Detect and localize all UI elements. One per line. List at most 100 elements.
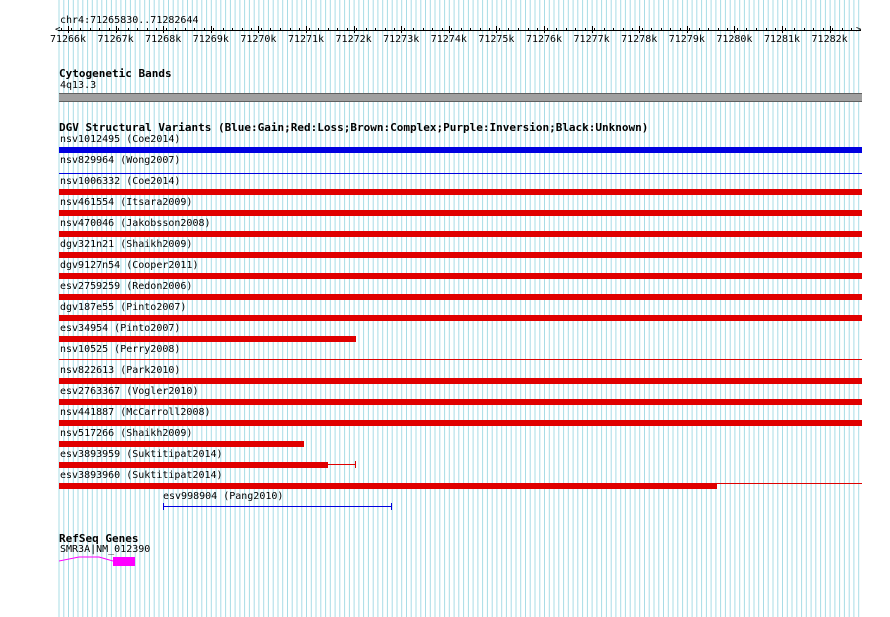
ruler-minor-tick <box>327 28 329 31</box>
ruler-major-tick <box>639 26 641 33</box>
ruler-minor-tick <box>708 28 710 31</box>
ruler-minor-tick <box>127 28 129 31</box>
ruler-minor-tick <box>118 28 120 31</box>
ruler-tick-label: 71271k <box>287 34 325 45</box>
dgv-variant-label: dgv187e55 (Pinto2007) <box>60 302 187 313</box>
dgv-variant-label: nsv461554 (Itsara2009) <box>60 197 193 208</box>
ruler-minor-tick <box>403 28 405 31</box>
dgv-variant-line[interactable] <box>328 464 356 465</box>
ruler-minor-tick <box>70 28 72 31</box>
dgv-variant-bar[interactable] <box>59 189 862 195</box>
dgv-variant-endcap <box>391 503 392 510</box>
dgv-variant-label: nsv829964 (Wong2007) <box>60 155 181 166</box>
ruler-major-tick <box>448 26 450 33</box>
dgv-variant-bar[interactable] <box>59 147 862 153</box>
gene-exon <box>113 557 135 566</box>
ruler-minor-tick <box>622 28 624 31</box>
ruler-tick-label: 71275k <box>478 34 515 45</box>
ruler-minor-tick <box>251 28 253 31</box>
ruler-major-tick <box>782 26 783 33</box>
ruler-minor-tick <box>794 28 795 31</box>
ruler-minor-tick <box>451 28 453 31</box>
ruler-minor-tick <box>156 28 158 31</box>
ruler-minor-tick <box>775 28 776 31</box>
ruler-minor-tick <box>337 28 339 31</box>
ruler-tick-label: 71279k <box>668 34 705 45</box>
dgv-variant-bar[interactable] <box>59 378 862 384</box>
ruler-minor-tick <box>413 28 415 31</box>
ruler-minor-tick <box>689 28 691 31</box>
ruler-minor-tick <box>213 28 215 31</box>
ruler-minor-tick <box>613 28 615 31</box>
ruler-tick-label: 71277k <box>573 34 610 45</box>
dgv-variant-label: esv3893959 (Suktitipat2014) <box>60 449 223 460</box>
cytoband-label: 4q13.3 <box>60 80 97 91</box>
ruler-minor-tick <box>61 28 62 31</box>
ruler-major-tick <box>496 26 498 33</box>
ruler-minor-tick <box>375 28 377 31</box>
ruler-minor-tick <box>260 28 262 31</box>
genome-browser-view: chr4:71265830..71282644 < >71266k 71267k 71… <box>0 0 890 617</box>
dgv-track-title[interactable]: DGV Structural Variants (Blue:Gain;Red:L… <box>59 121 648 134</box>
refseq-gene-model[interactable] <box>59 556 139 568</box>
dgv-variant-label: dgv321n21 (Shaikh2009) <box>60 239 193 250</box>
ruler-minor-tick <box>384 28 386 31</box>
ruler-tick-label: 71267k <box>97 34 134 45</box>
dgv-variant-bar[interactable] <box>59 441 304 447</box>
ruler-minor-tick <box>822 28 824 31</box>
ruler-minor-tick <box>746 28 748 31</box>
ruler-minor-tick <box>318 28 319 31</box>
ruler-minor-tick <box>89 28 91 31</box>
ruler-minor-tick <box>508 28 510 31</box>
ruler-minor-tick <box>803 28 805 31</box>
cytoband-bar[interactable] <box>59 93 862 102</box>
dgv-variant-bar[interactable] <box>59 483 717 489</box>
ruler-minor-tick <box>299 28 300 31</box>
dgv-variant-line[interactable] <box>59 359 862 360</box>
ruler-minor-tick <box>698 28 700 31</box>
cytoband-track-title[interactable]: Cytogenetic Bands <box>59 67 172 80</box>
ruler-minor-tick <box>784 28 786 31</box>
dgv-variant-bar[interactable] <box>59 462 328 468</box>
ruler-tick-label: 71268k <box>145 34 182 45</box>
ruler-major-tick <box>401 26 403 33</box>
ruler-major-tick <box>591 26 593 33</box>
ruler-minor-tick <box>736 28 738 31</box>
ruler-minor-tick <box>489 28 491 31</box>
ruler-minor-tick <box>365 28 367 31</box>
ruler-major-tick <box>115 26 117 33</box>
ruler-minor-tick <box>460 28 462 31</box>
ruler-minor-tick <box>441 28 443 31</box>
dgv-variant-bar[interactable] <box>59 420 862 426</box>
ruler-minor-tick <box>841 28 843 31</box>
ruler-minor-tick <box>80 28 81 31</box>
ruler-tick-label: 71272k <box>335 34 372 45</box>
ruler-axis-line <box>58 30 861 31</box>
dgv-variant-bar[interactable] <box>59 294 862 300</box>
dgv-variant-label: nsv10525 (Perry2008) <box>60 344 181 355</box>
ruler-minor-tick <box>356 28 358 31</box>
dgv-variant-bar[interactable] <box>59 273 862 279</box>
ruler-major-tick <box>686 26 688 33</box>
ruler-minor-tick <box>670 28 672 31</box>
dgv-variant-line[interactable] <box>717 483 862 484</box>
ruler-minor-tick <box>537 28 538 31</box>
dgv-variant-line[interactable] <box>59 173 862 174</box>
dgv-variant-bar[interactable] <box>59 336 356 342</box>
ruler-right-arrow-icon: > <box>856 25 862 35</box>
dgv-variant-bar[interactable] <box>59 210 862 216</box>
dgv-variant-bar[interactable] <box>59 399 862 405</box>
dgv-variant-label: esv3893960 (Suktitipat2014) <box>60 470 223 481</box>
ruler-major-tick <box>68 26 69 33</box>
ruler-minor-tick <box>203 28 205 31</box>
dgv-variant-line[interactable] <box>163 506 392 507</box>
ruler-tick-label: 71280k <box>716 34 753 45</box>
dgv-variant-bar[interactable] <box>59 315 862 321</box>
dgv-variant-bar[interactable] <box>59 252 862 258</box>
dgv-variant-bar[interactable] <box>59 231 862 237</box>
ruler-minor-tick <box>584 28 586 31</box>
ruler-minor-tick <box>527 28 529 31</box>
ruler-minor-tick <box>194 28 196 31</box>
dgv-variant-label: esv998904 (Pang2010) <box>163 491 284 502</box>
ruler-tick-label: 71282k <box>811 34 848 45</box>
